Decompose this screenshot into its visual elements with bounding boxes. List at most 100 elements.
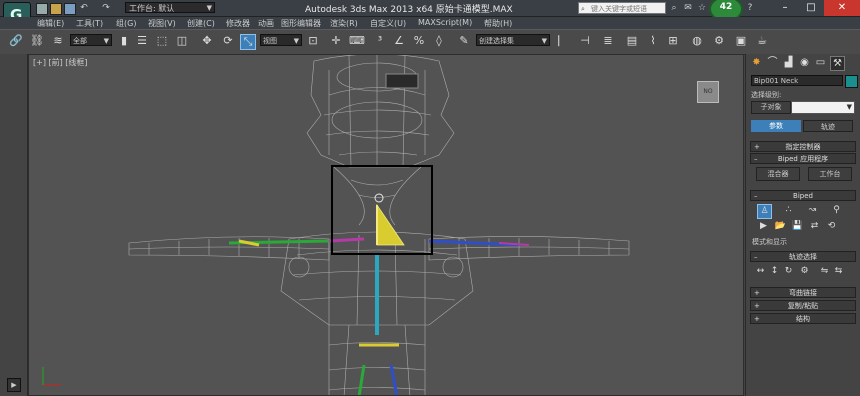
- rollout-track-selection[interactable]: – 轨迹选择: [750, 251, 856, 262]
- menu-views[interactable]: 视图(V): [148, 18, 176, 29]
- utilities-tab-icon[interactable]: ⚒: [830, 56, 845, 71]
- render-production-icon[interactable]: ☕: [755, 34, 769, 48]
- menu-group[interactable]: 组(G): [116, 18, 136, 29]
- save-file-icon[interactable]: 💾: [791, 220, 804, 233]
- menu-graph-editors[interactable]: 图形编辑器: [281, 18, 321, 29]
- rollout-structure[interactable]: + 结构: [750, 313, 856, 324]
- select-opposite-icon[interactable]: ⇋: [818, 265, 831, 278]
- body-vertical-icon[interactable]: ↕: [768, 265, 781, 278]
- selection-filter-dropdown[interactable]: 全部 ▼: [70, 34, 112, 46]
- workbench-button[interactable]: 工作台: [808, 167, 852, 181]
- material-editor-icon[interactable]: ◍: [690, 34, 704, 48]
- maximize-button[interactable]: □: [798, 0, 824, 16]
- select-and-link-icon[interactable]: 🔗: [9, 34, 23, 48]
- graphite-ribbon-icon[interactable]: ▤: [625, 34, 639, 48]
- rendered-frame-window-icon[interactable]: ▣: [734, 34, 748, 48]
- body-horizontal-icon[interactable]: ↔: [754, 265, 767, 278]
- menu-animation[interactable]: 动画: [258, 18, 274, 29]
- tab-trajectory[interactable]: 轨迹: [803, 120, 853, 132]
- bind-to-space-warp-icon[interactable]: ≋: [51, 34, 65, 48]
- chevron-down-icon: ▼: [293, 37, 299, 45]
- close-button[interactable]: ✕: [824, 0, 860, 16]
- sub-object-dropdown[interactable]: ▼: [791, 101, 855, 114]
- hierarchy-tab-icon[interactable]: ▟: [782, 56, 795, 69]
- select-and-move-icon[interactable]: ✥: [200, 34, 214, 48]
- angle-snap-icon[interactable]: ∠: [392, 34, 406, 48]
- workspace-dropdown[interactable]: 工作台: 默认 ▼: [125, 2, 215, 13]
- communication-center-icon[interactable]: ✉: [683, 3, 693, 13]
- axis-tripod: [42, 367, 61, 386]
- named-selection-sets-dropdown[interactable]: 创建选择集 ▼: [476, 34, 550, 46]
- menu-tools[interactable]: 工具(T): [76, 18, 103, 29]
- save-file-icon[interactable]: [64, 3, 76, 15]
- select-and-manipulate-icon[interactable]: ✛: [329, 34, 343, 48]
- mirror-icon[interactable]: ⎸: [557, 34, 571, 48]
- window-crossing-icon[interactable]: ◫: [175, 34, 189, 48]
- curve-editor-icon[interactable]: ⌇: [646, 34, 660, 48]
- mixer-mode-icon[interactable]: ⚲: [830, 204, 843, 217]
- main-toolbar: 🔗 ⛓ ≋ 全部 ▼ ▮ ☰ ⬚ ◫ ✥ ⟳ ⤡ 视图 ▼ ⊡ ✛ ⌨ ³ ∠ % …: [0, 29, 860, 55]
- percent-snap-icon[interactable]: %: [412, 34, 426, 48]
- play-icon[interactable]: ▶: [7, 378, 21, 392]
- reference-coordinate-dropdown[interactable]: 视图 ▼: [260, 34, 302, 46]
- select-object-icon[interactable]: ▮: [117, 34, 131, 48]
- new-file-icon[interactable]: [36, 3, 48, 15]
- move-all-mode-icon[interactable]: ⟲: [825, 220, 838, 233]
- align-icon[interactable]: ⊣: [578, 34, 592, 48]
- pivot-center-icon[interactable]: ⊡: [306, 34, 320, 48]
- sub-object-button[interactable]: 子对象: [751, 101, 791, 114]
- unlink-selection-icon[interactable]: ⛓: [30, 34, 44, 48]
- modify-tab-icon[interactable]: ⌒: [766, 56, 779, 69]
- viewcube[interactable]: NO: [697, 81, 719, 103]
- select-and-rotate-icon[interactable]: ⟳: [221, 34, 235, 48]
- rollout-bend-links[interactable]: + 弯曲链接: [750, 287, 856, 298]
- search-input[interactable]: ⌕ 键入关键字或短语: [578, 2, 666, 14]
- undo-icon[interactable]: ↶: [79, 3, 89, 13]
- symmetrical-icon[interactable]: ⇆: [832, 265, 845, 278]
- rollout-biped[interactable]: – Biped: [750, 190, 856, 201]
- menu-maxscript[interactable]: MAXScript(M): [418, 18, 472, 27]
- motion-tab-icon[interactable]: ◉: [798, 56, 811, 69]
- search-icon[interactable]: ⌕: [669, 3, 679, 13]
- select-by-name-icon[interactable]: ☰: [135, 34, 149, 48]
- mode-display-label[interactable]: 模式和显示: [752, 237, 787, 247]
- rollout-copy-paste[interactable]: + 复制/粘贴: [750, 300, 856, 311]
- select-and-scale-icon[interactable]: ⤡: [240, 34, 256, 50]
- spinner-snap-icon[interactable]: ◊: [432, 34, 446, 48]
- motion-flow-mode-icon[interactable]: ↝: [806, 204, 819, 217]
- menu-customize[interactable]: 自定义(U): [370, 18, 406, 29]
- keyboard-shortcut-override-icon[interactable]: ⌨: [349, 34, 365, 48]
- schematic-view-icon[interactable]: ⊞: [666, 34, 680, 48]
- figure-mode-icon[interactable]: ♙: [757, 204, 772, 219]
- lock-cog-icon[interactable]: ⚙: [798, 265, 811, 278]
- rollout-assign-controller[interactable]: + 指定控制器: [750, 141, 856, 152]
- redo-icon[interactable]: ↷: [101, 3, 111, 13]
- object-name-field[interactable]: Bip001 Neck: [751, 75, 843, 86]
- open-file-icon[interactable]: [50, 3, 62, 15]
- menu-edit[interactable]: 编辑(E): [37, 18, 64, 29]
- rectangular-selection-icon[interactable]: ⬚: [155, 34, 169, 48]
- rollout-biped-apps[interactable]: – Biped 应用程序: [750, 153, 856, 164]
- body-rotation-icon[interactable]: ↻: [782, 265, 795, 278]
- edit-named-selection-icon[interactable]: ✎: [457, 34, 471, 48]
- biped-playback-icon[interactable]: ▶: [757, 220, 770, 233]
- load-file-icon[interactable]: 📂: [774, 220, 787, 233]
- help-icon[interactable]: ?: [745, 3, 755, 13]
- menu-create[interactable]: 创建(C): [187, 18, 215, 29]
- menu-rendering[interactable]: 渲染(R): [330, 18, 358, 29]
- create-tab-icon[interactable]: ✸: [750, 56, 763, 69]
- render-setup-icon[interactable]: ⚙: [712, 34, 726, 48]
- menu-help[interactable]: 帮助(H): [484, 18, 512, 29]
- mixer-button[interactable]: 混合器: [756, 167, 800, 181]
- layer-manager-icon[interactable]: ≣: [601, 34, 615, 48]
- minimize-button[interactable]: –: [772, 0, 798, 16]
- footstep-mode-icon[interactable]: ∴: [782, 204, 795, 217]
- display-tab-icon[interactable]: ▭: [814, 56, 827, 69]
- object-color-swatch[interactable]: [845, 75, 858, 88]
- snaps-toggle-icon[interactable]: ³: [373, 34, 387, 48]
- convert-icon[interactable]: ⇄: [808, 220, 821, 233]
- favorites-star-icon[interactable]: ☆: [697, 3, 707, 13]
- menu-modifiers[interactable]: 修改器: [226, 18, 250, 29]
- tab-parameters[interactable]: 参数: [751, 120, 801, 132]
- front-viewport[interactable]: [+] [前] [线框] NO: [28, 54, 744, 396]
